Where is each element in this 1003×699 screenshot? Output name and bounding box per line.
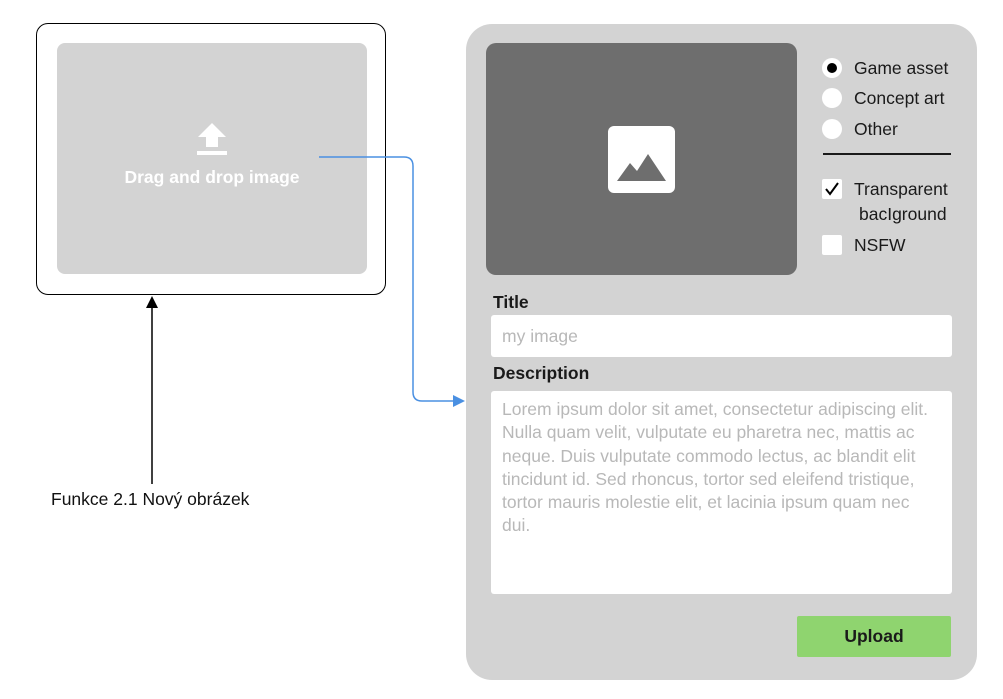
upload-form-panel: Game asset Concept art Other Transparent… bbox=[466, 24, 977, 680]
checkbox-label: NSFW bbox=[854, 235, 906, 255]
checkbox[interactable] bbox=[822, 235, 842, 255]
drop-to-form-arrowhead bbox=[453, 395, 465, 407]
upload-icon bbox=[197, 123, 227, 155]
radio-selected-dot bbox=[827, 63, 837, 73]
figure-caption: Funkce 2.1 Nový obrázek bbox=[51, 489, 250, 509]
description-label: Description bbox=[493, 363, 590, 383]
title-input[interactable] bbox=[491, 315, 952, 357]
radio-button[interactable] bbox=[822, 58, 842, 78]
radio-label: Other bbox=[854, 119, 898, 139]
image-placeholder-icon bbox=[608, 126, 675, 193]
description-input[interactable] bbox=[491, 391, 952, 594]
image-preview bbox=[486, 43, 797, 275]
upload-button[interactable]: Upload bbox=[797, 616, 951, 657]
radio-label: Concept art bbox=[854, 88, 945, 108]
radio-button[interactable] bbox=[822, 119, 842, 139]
title-label: Title bbox=[493, 292, 529, 312]
checkbox-label: Transparent bbox=[854, 179, 948, 199]
checkbox-label-continued: bacIground bbox=[859, 204, 947, 224]
checkbox[interactable] bbox=[822, 179, 842, 199]
radio-label: Game asset bbox=[854, 58, 949, 78]
drop-zone-label: Drag and drop image bbox=[124, 167, 300, 187]
caption-arrowhead bbox=[146, 296, 158, 308]
drop-frame: Drag and drop image bbox=[36, 23, 386, 295]
options-divider bbox=[823, 153, 951, 155]
radio-button[interactable] bbox=[822, 88, 842, 108]
drop-zone[interactable]: Drag and drop image bbox=[57, 43, 367, 274]
check-icon bbox=[825, 182, 839, 196]
